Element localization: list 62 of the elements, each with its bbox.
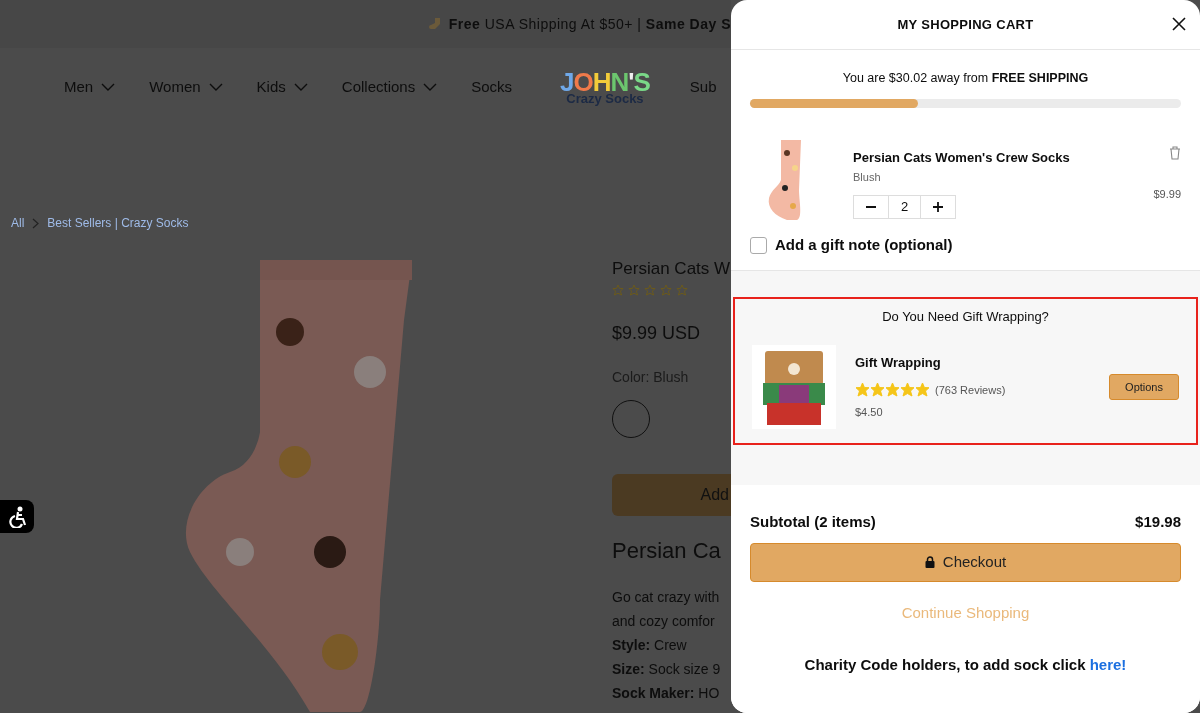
continue-shopping-link[interactable]: Continue Shopping [750, 601, 1181, 624]
subtotal-amount: $19.98 [1135, 512, 1181, 532]
sock-icon [428, 17, 443, 31]
description-line: and cozy comfor [612, 611, 716, 631]
close-icon [1172, 17, 1186, 31]
chevron-down-icon [293, 83, 308, 91]
item-variant: Blush [853, 170, 882, 186]
lock-icon [924, 556, 935, 568]
nav-link[interactable]: Sub [689, 75, 717, 99]
announcement-text: Free USA Shipping At $50+ | Same Day S [448, 14, 731, 34]
chevron-right-icon [32, 217, 40, 229]
accessibility-icon [6, 505, 28, 528]
spec-line: Size: Sock size 9 [612, 659, 722, 679]
nav-link[interactable]: Women [149, 75, 223, 99]
star-icon [885, 382, 900, 398]
breadcrumb-link[interactable]: Best Sellers | Crazy Socks [47, 214, 189, 232]
star-icon [900, 382, 915, 398]
item-name[interactable]: Persian Cats Women's Crew Socks [853, 147, 1154, 168]
options-button[interactable]: Options [1109, 373, 1179, 400]
add-to-cart-button[interactable]: Add [612, 473, 731, 516]
close-button[interactable] [1172, 17, 1186, 31]
upsell-price: $4.50 [855, 405, 884, 420]
nav-link[interactable]: Socks [471, 75, 513, 99]
description-line: Go cat crazy with [612, 587, 721, 607]
item-price: $9.99 [1153, 186, 1181, 202]
breadcrumb-link[interactable]: All [11, 214, 25, 232]
spec-line: Sock Maker: HO [612, 683, 721, 703]
logo-wordmark: JOHN'S [560, 69, 650, 95]
gift-note-label: Add a gift note (optional) [775, 234, 953, 255]
nav-link[interactable]: Collections [341, 75, 438, 99]
product-price: $9.99 USD [612, 321, 702, 345]
charity-link[interactable]: here! [1089, 656, 1127, 673]
chevron-down-icon [208, 83, 223, 91]
review-count[interactable]: (763 Reviews) [935, 381, 1006, 398]
product-heading: Persian Ca [612, 536, 722, 565]
star-icon [870, 382, 885, 398]
star-icon [628, 283, 640, 296]
subtotal-label: Subtotal (2 items) [750, 512, 876, 532]
star-icon [660, 283, 672, 296]
minus-icon [865, 205, 876, 208]
accessibility-button[interactable] [0, 500, 34, 533]
product-title: Persian Cats W [612, 258, 731, 280]
star-icon [612, 283, 624, 296]
star-icon [855, 382, 870, 398]
upsell-name: Gift Wrapping [855, 354, 942, 372]
chevron-down-icon [423, 83, 438, 91]
star-icon [676, 283, 688, 296]
checkout-button[interactable]: Checkout [750, 542, 1181, 582]
delete-button[interactable] [1169, 145, 1181, 160]
shipping-message: You are $30.02 away from FREE SHIPPING [841, 70, 1090, 87]
star-icon [644, 283, 656, 296]
trash-icon [1169, 145, 1181, 160]
spec-line: Style: Crew [612, 635, 688, 655]
star-icon [915, 382, 930, 398]
plus-icon [933, 201, 944, 212]
cart-title: MY SHOPPING CART [897, 16, 1034, 33]
gift-note-checkbox[interactable] [750, 236, 767, 254]
chevron-down-icon [101, 83, 116, 91]
charity-message: Charity Code holders, to add sock click here! [803, 655, 1128, 675]
upsell-title: Do You Need Gift Wrapping? [881, 308, 1050, 327]
nav-link[interactable]: Kids [256, 75, 308, 99]
nav-link[interactable]: Men [64, 75, 116, 99]
